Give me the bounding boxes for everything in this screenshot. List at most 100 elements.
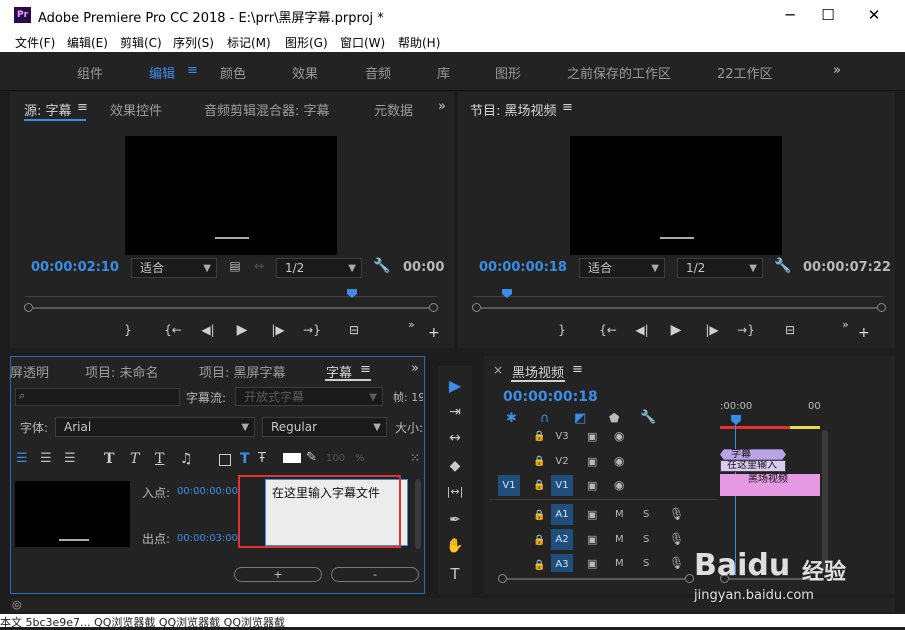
workspace-saved[interactable]: 之前保存的工作区 <box>567 63 671 82</box>
program-play-button[interactable]: ▶ <box>666 322 686 338</box>
tab-transparent[interactable]: 屏透明 <box>10 362 49 381</box>
workspace-color[interactable]: 颜色 <box>220 63 246 82</box>
align-left-icon[interactable]: ☰ <box>16 451 28 466</box>
solo-button[interactable]: S <box>643 558 649 569</box>
slip-tool-icon[interactable]: |↔| <box>445 485 465 498</box>
selection-tool-icon[interactable]: ▶ <box>445 376 465 395</box>
mark-out-button[interactable]: } <box>118 323 138 337</box>
bold-icon[interactable]: T <box>104 451 114 467</box>
source-overflow-icon[interactable]: » <box>438 99 446 114</box>
captions-overflow-icon[interactable]: » <box>411 361 419 376</box>
workspace-audio[interactable]: 音频 <box>365 63 391 82</box>
out-point-value[interactable]: 00:00:03:00 <box>177 533 238 544</box>
timeline-tab-title[interactable]: 黑场视频 <box>512 362 564 381</box>
step-forward-button[interactable]: |▶ <box>268 323 288 337</box>
lock-icon[interactable]: 🔒 <box>533 431 545 442</box>
program-go-to-in-button[interactable]: {← <box>598 323 618 337</box>
play-button[interactable]: ▶ <box>232 322 252 338</box>
menu-clip[interactable]: 剪辑(C) <box>120 34 162 51</box>
timeline-menu-icon[interactable]: ≡ <box>572 362 583 377</box>
workspace-overflow-icon[interactable]: » <box>833 63 841 78</box>
italic-icon[interactable]: T <box>130 451 139 467</box>
in-point-value[interactable]: 00:00:00:00 <box>177 486 238 497</box>
sync-lock-icon[interactable]: ▣ <box>587 533 597 546</box>
solo-button[interactable]: S <box>643 509 649 520</box>
razor-tool-icon[interactable]: ◆ <box>445 458 465 474</box>
program-step-back-button[interactable]: ◀| <box>632 323 652 337</box>
tab-project-untitled[interactable]: 项目: 未命名 <box>85 362 159 381</box>
close-button[interactable]: ✕ <box>851 0 897 30</box>
caption-list-scrollbar[interactable] <box>415 479 421 549</box>
tab-program[interactable]: 节目: 黑场视频 <box>470 100 557 119</box>
eye-icon[interactable]: ◉ <box>614 429 624 443</box>
source-resolution-dropdown[interactable]: 1/2 ▼ <box>276 258 362 278</box>
tab-metadata[interactable]: 元数据 <box>374 100 413 119</box>
sync-lock-icon[interactable]: ▣ <box>587 479 597 492</box>
menu-graphics[interactable]: 图形(G) <box>285 34 328 51</box>
program-step-forward-button[interactable]: |▶ <box>702 323 722 337</box>
program-timecode[interactable]: 00:00:00:18 <box>479 260 567 275</box>
program-wrench-icon[interactable]: 🔧 <box>774 258 791 274</box>
microphone-icon[interactable]: 🎙 <box>669 556 684 570</box>
tab-project-blackscreen[interactable]: 项目: 黑屏字幕 <box>199 362 286 381</box>
menu-help[interactable]: 帮助(H) <box>398 34 440 51</box>
caption-thumbnail[interactable] <box>15 481 130 547</box>
align-center-icon[interactable]: ☰ <box>40 451 52 466</box>
sync-lock-icon[interactable]: ▣ <box>587 508 597 521</box>
workspace-menu-icon[interactable]: ≡ <box>187 63 198 78</box>
workspace-22[interactable]: 22工作区 <box>717 63 773 82</box>
menu-marker[interactable]: 标记(M) <box>227 34 271 51</box>
remove-caption-button[interactable]: - <box>331 567 419 582</box>
linked-selection-icon[interactable]: ∩ <box>540 411 550 426</box>
workspace-library[interactable]: 库 <box>437 63 450 82</box>
source-fit-dropdown[interactable]: 适合 ▼ <box>131 258 217 278</box>
tab-source[interactable]: 源: 字幕 <box>24 100 72 119</box>
lock-icon[interactable]: 🔒 <box>533 510 545 521</box>
hand-tool-icon[interactable]: ✋ <box>445 538 465 554</box>
source-patch-v1[interactable]: V1 <box>498 475 520 496</box>
program-scroll-end[interactable] <box>877 303 886 312</box>
track-label-a3[interactable]: A3 <box>551 554 573 572</box>
sync-lock-icon[interactable]: ▣ <box>587 557 597 570</box>
maximize-button[interactable]: ☐ <box>805 0 851 30</box>
microphone-icon[interactable]: 🎙 <box>669 507 684 521</box>
lock-icon[interactable]: 🔒 <box>533 480 545 491</box>
tab-audio-clip-mixer[interactable]: 音频剪辑混合器: 字幕 <box>204 100 330 119</box>
wrench-icon[interactable]: 🔧 <box>373 258 390 274</box>
add-marker-icon[interactable]: ◩ <box>574 411 586 426</box>
menu-sequence[interactable]: 序列(S) <box>173 34 214 51</box>
program-fit-dropdown[interactable]: 适合 ▼ <box>579 258 665 278</box>
eye-icon[interactable]: ◉ <box>614 454 624 468</box>
program-add-button[interactable]: + <box>858 325 870 341</box>
source-scrollbar[interactable] <box>33 307 429 309</box>
panel-menu-icon[interactable]: ≡ <box>77 100 88 115</box>
workspace-effects[interactable]: 效果 <box>292 63 318 82</box>
program-resolution-dropdown[interactable]: 1/2 ▼ <box>677 258 763 278</box>
sync-lock-icon[interactable]: ▣ <box>587 455 597 468</box>
track-label-v1[interactable]: V1 <box>551 475 573 496</box>
program-panel-menu-icon[interactable]: ≡ <box>562 100 573 115</box>
color-swatch[interactable] <box>283 453 301 463</box>
workspace-editing[interactable]: 编辑 <box>149 63 175 82</box>
add-caption-button[interactable]: + <box>234 567 322 582</box>
black-video-clip[interactable]: 黑场视频 <box>720 474 820 496</box>
track-label-v3[interactable]: V3 <box>551 429 573 445</box>
track-label-a2[interactable]: A2 <box>551 529 573 550</box>
snap-icon[interactable]: ✱ <box>506 411 517 426</box>
timeline-hscroll-end[interactable] <box>685 574 694 583</box>
caption-clip-block[interactable]: 在这里输入 <box>720 460 786 472</box>
font-style-dropdown[interactable]: Regular ▼ <box>262 417 387 437</box>
timeline-hscrollbar[interactable] <box>507 578 685 580</box>
program-scroll-start[interactable] <box>472 303 481 312</box>
microphone-icon[interactable]: 🎙 <box>669 532 684 546</box>
track-label-a1[interactable]: A1 <box>551 504 573 525</box>
caption-clip-header[interactable]: 字幕 <box>720 449 786 460</box>
grid-position-icon[interactable]: ⁙ <box>410 451 420 465</box>
track-select-tool-icon[interactable]: ⇥ <box>445 404 465 420</box>
background-box-icon[interactable] <box>219 454 231 466</box>
lock-icon[interactable]: 🔒 <box>533 560 545 571</box>
menu-file[interactable]: 文件(F) <box>15 34 55 51</box>
timeline-vertical-scrollbar[interactable] <box>822 430 828 570</box>
align-right-icon[interactable]: ☰ <box>64 451 76 466</box>
marker-icon[interactable]: ⬟ <box>609 411 619 425</box>
